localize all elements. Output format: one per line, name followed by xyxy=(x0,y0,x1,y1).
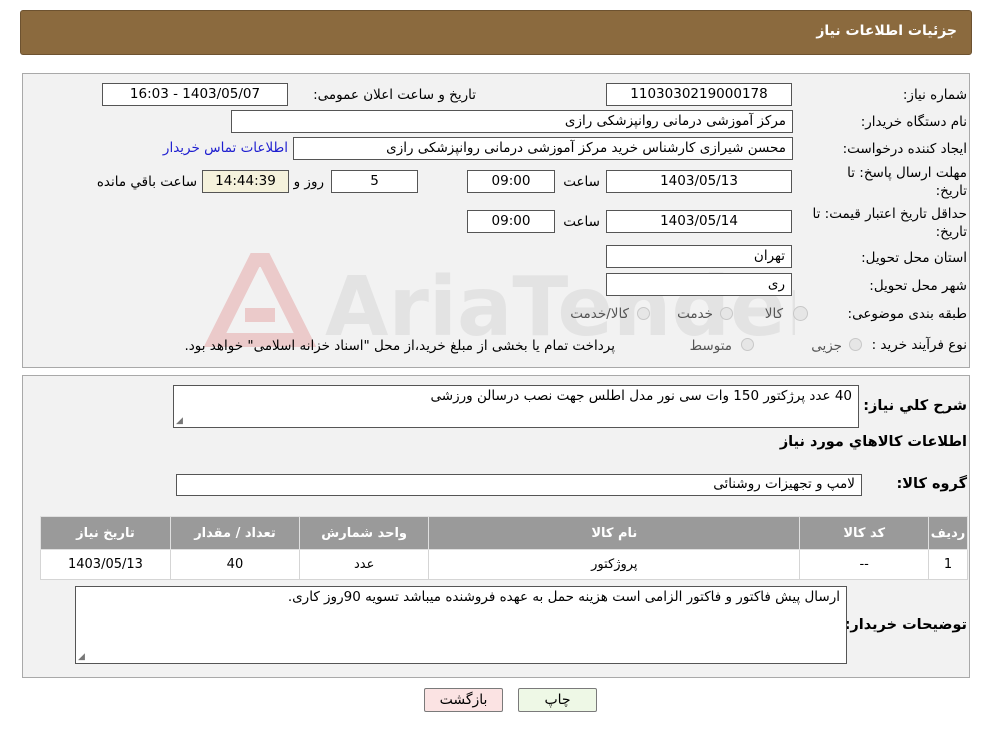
process-radio-medium[interactable] xyxy=(741,338,754,351)
announce-field: 1403/05/07 - 16:03 xyxy=(102,83,288,106)
province-field: تهران xyxy=(606,245,792,268)
city-field: ری xyxy=(606,273,792,296)
requester-label: ایجاد کننده درخواست: xyxy=(842,141,967,157)
category-radio-goods[interactable] xyxy=(793,306,808,321)
need-number-field: 1103030219000178 xyxy=(606,83,792,106)
items-table: ردیف کد کالا نام کالا واحد شمارش تعداد /… xyxy=(40,516,968,580)
process-option-minor: جزیی xyxy=(811,338,842,354)
cell-unit: عدد xyxy=(298,549,430,580)
city-label: شهر محل تحویل: xyxy=(869,278,967,294)
reply-deadline-label: مهلت ارسال پاسخ: تا xyxy=(847,165,967,181)
reply-deadline-label-2: تاریخ: xyxy=(935,183,967,199)
items-header-row: ردیف کد کالا نام کالا واحد شمارش تعداد /… xyxy=(40,516,968,550)
buyer-notes-label: توضیحات خریدار: xyxy=(844,617,967,633)
resize-grip-icon[interactable]: ◢ xyxy=(78,652,85,662)
cell-need-date: 1403/05/13 xyxy=(40,549,171,580)
back-button[interactable]: بازگشت xyxy=(424,688,503,712)
announce-label: تاریخ و ساعت اعلان عمومی: xyxy=(313,87,476,103)
col-need-date: تاریخ نیاز xyxy=(40,516,171,550)
price-validity-label: حداقل تاریخ اعتبار قیمت: تا xyxy=(812,206,967,222)
process-radio-minor[interactable] xyxy=(849,338,862,351)
price-validity-date-field: 1403/05/14 xyxy=(606,210,792,233)
col-row-number: ردیف xyxy=(928,516,968,550)
col-quantity: تعداد / مقدار xyxy=(169,516,300,550)
requester-field: محسن شیرازی کارشناس خرید مرکز آموزشی درم… xyxy=(293,137,793,160)
need-number-label: شماره نیاز: xyxy=(902,87,967,103)
process-option-medium: متوسط xyxy=(689,338,732,354)
page-title: جزئیات اطلاعات نیاز xyxy=(816,23,957,39)
price-validity-time-field: 09:00 xyxy=(467,210,555,233)
cell-item-name: پروژکتور xyxy=(428,549,801,580)
province-label: استان محل تحویل: xyxy=(861,250,967,266)
cell-quantity: 40 xyxy=(169,549,300,580)
buyer-org-label: نام دستگاه خریدار: xyxy=(860,114,967,130)
days-label: روز و xyxy=(293,174,324,190)
goods-info-title: اطلاعات کالاهاي مورد نياز xyxy=(779,434,967,450)
price-validity-label-2: تاریخ: xyxy=(935,224,967,240)
category-option-goods: کالا xyxy=(764,306,783,322)
remaining-time-field: 14:44:39 xyxy=(202,170,289,193)
reply-date-field: 1403/05/13 xyxy=(606,170,792,193)
summary-label: شرح کلي نياز: xyxy=(863,398,967,414)
category-label: طبقه بندی موضوعی: xyxy=(847,306,967,322)
resize-grip-icon[interactable]: ◢ xyxy=(176,416,183,426)
col-item-name: نام کالا xyxy=(428,516,801,550)
print-button[interactable]: چاپ xyxy=(518,688,597,712)
category-radio-service[interactable] xyxy=(720,307,733,320)
summary-textarea[interactable]: 40 عدد پرژکتور 150 وات سی نور مدل اطلس ج… xyxy=(173,385,859,428)
goods-group-label: گروه کالا: xyxy=(896,476,967,492)
category-radio-goods-service[interactable] xyxy=(637,307,650,320)
remaining-label: ساعت باقي مانده xyxy=(96,174,197,190)
buyer-contact-link[interactable]: اطلاعات تماس خریدار xyxy=(163,140,288,156)
buyer-notes-text: ارسال پیش فاکتور و فاکتور الزامی است هزی… xyxy=(287,589,840,605)
summary-text: 40 عدد پرژکتور 150 وات سی نور مدل اطلس ج… xyxy=(430,388,852,404)
process-type-label: نوع فرآیند خرید : xyxy=(871,337,967,353)
cell-row-number: 1 xyxy=(928,549,968,580)
buyer-notes-textarea[interactable]: ارسال پیش فاکتور و فاکتور الزامی است هزی… xyxy=(75,586,847,664)
goods-group-field: لامپ و تجهیزات روشنائی xyxy=(176,474,862,496)
reply-time-label: ساعت xyxy=(563,174,600,190)
cell-item-code: -- xyxy=(799,549,930,580)
page-header: جزئیات اطلاعات نیاز xyxy=(20,10,972,55)
buyer-org-field: مرکز آموزشی درمانی روانپزشکی رازی xyxy=(231,110,793,133)
category-option-service: خدمت xyxy=(677,306,713,322)
price-validity-time-label: ساعت xyxy=(563,214,600,230)
reply-time-field: 09:00 xyxy=(467,170,555,193)
col-item-code: کد کالا xyxy=(799,516,930,550)
col-unit: واحد شمارش xyxy=(298,516,430,550)
payment-note: پرداخت تمام یا بخشی از مبلغ خرید،از محل … xyxy=(184,338,615,354)
category-option-goods-service: کالا/خدمت xyxy=(570,306,629,322)
table-row[interactable]: 1 -- پروژکتور عدد 40 1403/05/13 xyxy=(40,549,968,580)
reply-days-field: 5 xyxy=(331,170,418,193)
